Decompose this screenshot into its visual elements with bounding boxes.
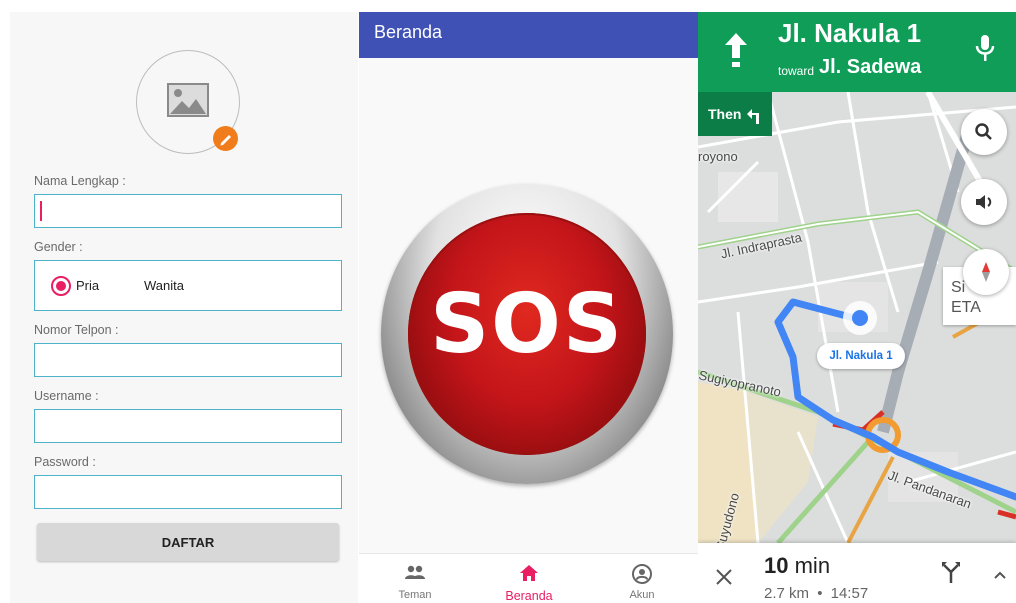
full-name-label: Nama Lengkap : [34, 174, 126, 188]
username-input[interactable] [34, 409, 342, 443]
page-title: Beranda [374, 22, 443, 42]
phone-label: Nomor Telpon : [34, 323, 119, 337]
close-icon[interactable] [716, 569, 732, 585]
straight-arrow-icon [725, 33, 747, 67]
radio-wanita-label[interactable]: Wanita [144, 278, 184, 293]
arrival-time: 14:57 [830, 585, 869, 602]
edit-photo-button[interactable] [213, 126, 238, 151]
trip-distance: 2.7 km [764, 585, 810, 602]
volume-icon [976, 195, 992, 209]
nav-item-akun-label: Akun [629, 589, 655, 601]
nav-item-akun[interactable]: Akun [592, 554, 692, 603]
radio-pria-label[interactable]: Pria [76, 278, 99, 293]
eta-minutes: 10 [764, 553, 789, 578]
chevron-up-icon[interactable] [994, 571, 1006, 579]
people-icon [405, 565, 425, 579]
register-screen: Nama Lengkap : Gender : Pria Wanita Nomo… [10, 12, 358, 603]
home-icon [520, 565, 538, 581]
register-button[interactable]: DAFTAR [37, 523, 339, 561]
toward-label: toward [778, 64, 815, 78]
eta-unit: min [794, 553, 831, 578]
profile-photo-picker[interactable] [136, 50, 240, 154]
compass-button[interactable] [963, 249, 1009, 295]
password-label: Password : [34, 455, 96, 469]
password-input[interactable] [34, 475, 342, 509]
eta-chip-line-2: ETA [951, 299, 981, 316]
image-placeholder-icon [167, 83, 209, 117]
microphone-icon[interactable] [975, 34, 995, 64]
turn-left-icon [747, 109, 759, 124]
sound-button[interactable] [961, 179, 1007, 225]
navigation-screen: royono Jl. Indraprasta Sugiyopranoto Jl.… [698, 12, 1016, 603]
search-icon [975, 123, 992, 140]
trip-summary-sheet: 10 min 2.7 km • 14:57 [698, 543, 1016, 603]
eta-chip-line-1: Si [951, 279, 966, 296]
nav-item-teman-label: Teman [398, 589, 432, 601]
pencil-icon [220, 135, 231, 146]
gender-label: Gender : [34, 240, 83, 254]
nav-item-teman[interactable]: Teman [365, 554, 465, 603]
gender-radio-group: Pria Wanita [34, 260, 342, 311]
compass-icon [982, 262, 990, 282]
radio-pria[interactable] [51, 276, 71, 296]
next-turn-box: Then [698, 92, 772, 136]
text-cursor [40, 201, 42, 221]
trip-separator: • [817, 585, 823, 602]
current-street: Jl. Nakula 1 [778, 18, 922, 48]
sos-button-face: SOS [408, 213, 646, 455]
map-label-royono: royono [698, 149, 738, 164]
then-label: Then [708, 106, 742, 122]
trip-details: 2.7 km • 14:57 [764, 585, 868, 602]
destination-label[interactable]: Jl. Nakula 1 [817, 343, 905, 369]
nav-item-beranda-label: Beranda [505, 589, 553, 603]
account-circle-icon [632, 564, 652, 584]
bottom-navigation: Teman Beranda Akun [359, 553, 698, 603]
app-bar: Beranda [359, 12, 698, 58]
full-name-input[interactable] [34, 194, 342, 228]
sos-label: SOS [430, 277, 624, 372]
alternate-routes-icon[interactable] [941, 561, 961, 583]
toward-street: Jl. Sadewa [819, 56, 922, 78]
sos-button[interactable]: SOS [381, 184, 673, 484]
eta-duration: 10 min [764, 553, 830, 579]
turn-instruction-header: Jl. Nakula 1 toward Jl. Sadewa [698, 12, 1016, 92]
home-screen: Beranda SOS Teman Beranda Akun [359, 12, 698, 603]
phone-input[interactable] [34, 343, 342, 377]
username-label: Username : [34, 389, 99, 403]
nav-item-beranda[interactable]: Beranda [479, 554, 579, 603]
search-button[interactable] [961, 109, 1007, 155]
